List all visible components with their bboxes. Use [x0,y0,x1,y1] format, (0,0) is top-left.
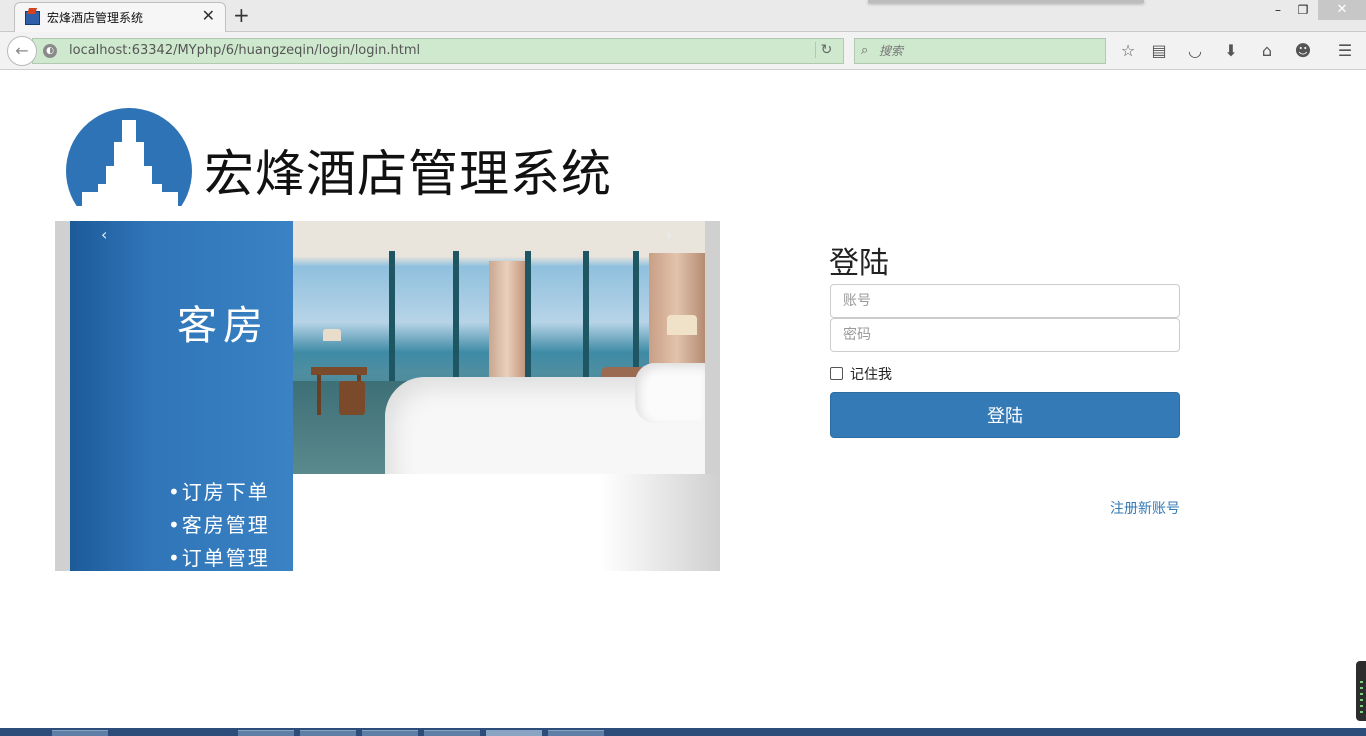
hello-chat-icon[interactable]: ☻ [1292,41,1314,61]
login-button[interactable]: 登陆 [830,392,1180,438]
tab-title: 宏烽酒店管理系统 [47,11,144,25]
volume-meter [1356,661,1366,721]
carousel-prev-button[interactable]: ‹ [101,225,107,244]
image-carousel[interactable]: 客房 •订房下单 •客房管理 •订单管理 ‹ › [55,221,720,571]
list-item: •客房管理 [168,513,270,537]
pocket-icon[interactable]: ◡ [1184,41,1206,61]
panel-title: 客房 [177,303,269,349]
download-icon[interactable]: ⬇ [1220,41,1242,61]
carousel-next-button[interactable]: › [666,225,672,244]
carousel-info-panel: 客房 •订房下单 •客房管理 •订单管理 [70,221,293,571]
window-restore-button[interactable]: ❐ [1288,0,1318,20]
browser-navbar: ◐ localhost:63342/MYphp/6/huangzeqin/log… [0,32,1366,70]
popup-edge [868,0,1144,3]
php-favicon-icon [25,11,40,25]
password-input[interactable] [830,318,1180,352]
browser-titlebar: 宏烽酒店管理系统 ✕ + – ❐ ✕ [0,0,1366,32]
reload-icon[interactable]: ↻ [815,42,837,58]
account-input[interactable] [830,284,1180,318]
list-item: •订单管理 [168,546,270,570]
list-item: •订房下单 [168,480,270,504]
site-info-icon[interactable]: ◐ [43,44,57,58]
search-bar[interactable]: ⌕ [854,38,1106,64]
reading-list-icon[interactable]: ▤ [1148,41,1170,61]
remember-me-label[interactable]: 记住我 [850,364,892,384]
taskbar-app-button[interactable] [238,730,294,736]
url-text[interactable]: localhost:63342/MYphp/6/huangzeqin/login… [69,43,420,58]
taskbar-app-button[interactable] [52,730,108,736]
taskbar-app-button[interactable] [362,730,418,736]
search-input[interactable] [879,42,1099,60]
logo-text: 宏烽酒店管理系统 [204,145,612,203]
panel-feature-list: •订房下单 •客房管理 •订单管理 [168,476,270,571]
home-icon[interactable]: ⌂ [1256,41,1278,61]
tab-close-icon[interactable]: ✕ [202,7,215,25]
url-bar[interactable]: ◐ localhost:63342/MYphp/6/huangzeqin/log… [32,38,844,64]
bookmark-star-icon[interactable]: ☆ [1117,41,1139,61]
taskbar-app-button[interactable] [486,730,542,736]
register-link[interactable]: 注册新账号 [1000,498,1180,518]
login-title: 登陆 [829,246,889,281]
back-button[interactable]: ← [7,36,37,66]
hotel-room-photo [293,221,705,474]
new-tab-button[interactable]: + [233,3,250,27]
menu-icon[interactable]: ☰ [1334,41,1356,61]
taskbar-app-button[interactable] [424,730,480,736]
search-icon: ⌕ [861,43,869,58]
hotel-logo-icon [66,108,192,206]
taskbar-app-button[interactable] [548,730,604,736]
carousel-backdrop [293,474,720,571]
window-close-button[interactable]: ✕ [1318,0,1366,20]
taskbar-app-button[interactable] [300,730,356,736]
os-taskbar [0,728,1366,736]
browser-tab[interactable]: 宏烽酒店管理系统 ✕ [14,2,226,32]
remember-me-checkbox[interactable] [830,367,843,380]
